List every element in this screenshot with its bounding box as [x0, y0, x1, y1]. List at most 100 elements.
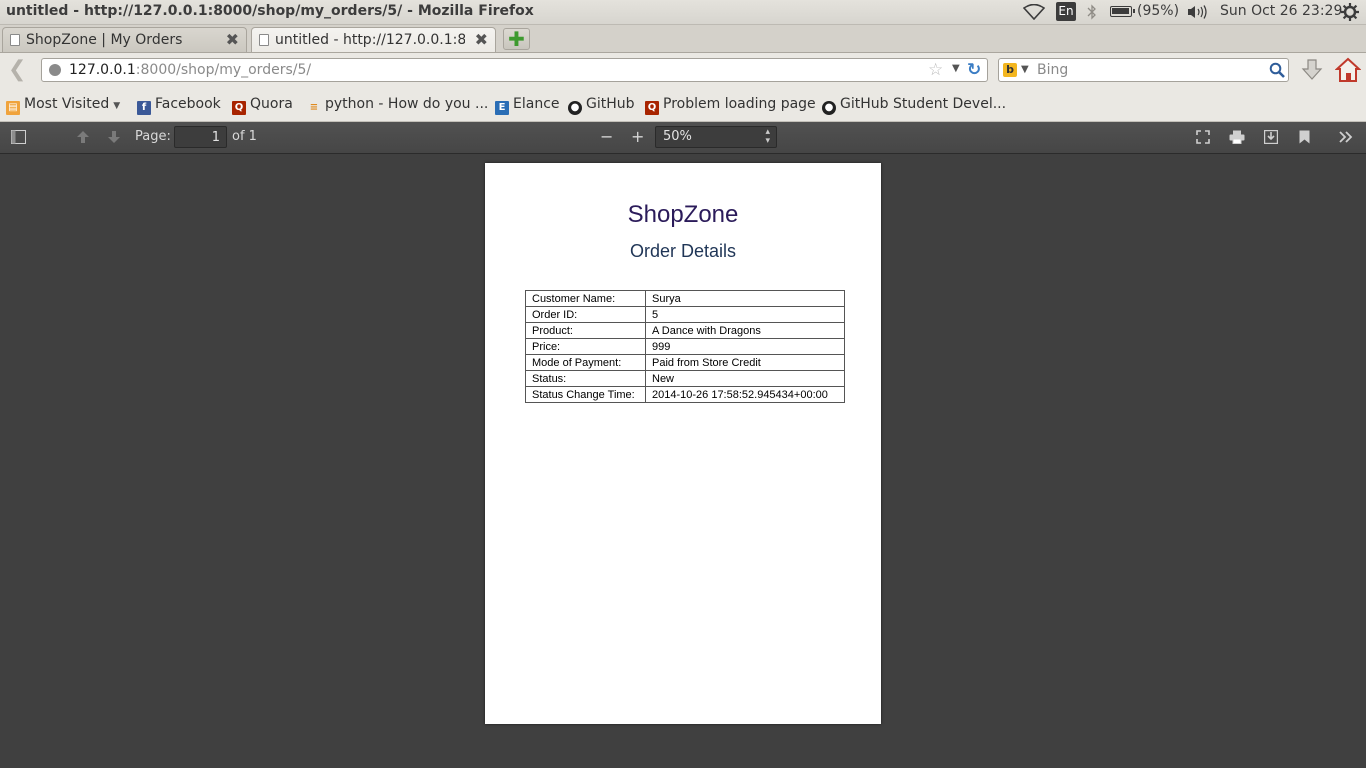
row-key: Status Change Time:	[525, 386, 646, 403]
tab-label: ShopZone | My Orders	[26, 32, 183, 48]
table-row: Customer Name: Surya	[525, 290, 845, 307]
row-value: 2014-10-26 17:58:52.945434+00:00	[645, 386, 845, 403]
page-count-label: of 1	[232, 129, 257, 144]
bookmark-label: Facebook	[155, 96, 221, 112]
github-icon: ●	[822, 101, 836, 115]
page-number-input[interactable]	[174, 126, 227, 148]
url-bar[interactable]: 127.0.0.1:8000/shop/my_orders/5/ ☆ ▼ ↻	[41, 58, 988, 82]
github-icon: ●	[568, 101, 582, 115]
os-top-panel: untitled - http://127.0.0.1:8000/shop/my…	[0, 0, 1366, 25]
search-bar[interactable]: b ▼	[998, 58, 1289, 82]
tab-label: untitled - http://127.0.0.1:8...	[275, 32, 465, 48]
document-title: ShopZone	[627, 201, 739, 228]
wifi-icon[interactable]	[1023, 4, 1045, 20]
globe-icon[interactable]	[49, 64, 61, 76]
document-subtitle: Order Details	[629, 241, 737, 261]
table-row: Order ID: 5	[525, 306, 845, 323]
bookmark-elance[interactable]: E Elance	[495, 96, 560, 115]
gear-icon[interactable]	[1341, 3, 1359, 21]
double-chevron-right-icon[interactable]	[1339, 131, 1353, 143]
save-icon[interactable]	[1264, 130, 1278, 144]
row-value: 5	[645, 306, 845, 323]
pdf-toolbar: Page: of 1 − + 50% ▴▾	[0, 122, 1366, 154]
download-icon[interactable]	[1300, 58, 1324, 82]
pdf-page: ShopZone Order Details Customer Name: Sur…	[485, 163, 881, 724]
plus-icon: ✚	[508, 27, 525, 51]
bookmark-label: Most Visited	[24, 96, 110, 112]
window-title: untitled - http://127.0.0.1:8000/shop/my…	[6, 3, 534, 19]
url-text[interactable]: 127.0.0.1:8000/shop/my_orders/5/	[69, 62, 311, 78]
row-key: Order ID:	[525, 306, 646, 323]
bookmark-facebook[interactable]: f Facebook	[137, 96, 221, 115]
sidebar-toggle-icon[interactable]	[11, 130, 26, 144]
pdf-viewer-canvas[interactable]: ShopZone Order Details Customer Name: Sur…	[0, 154, 1366, 768]
bookmark-label: Quora	[250, 96, 293, 112]
close-icon[interactable]: ✖	[475, 30, 488, 49]
table-row: Status: New	[525, 370, 845, 387]
table-row: Mode of Payment: Paid from Store Credit	[525, 354, 845, 371]
page-icon	[259, 34, 269, 46]
row-value: 999	[645, 338, 845, 355]
bookmark-label: GitHub Student Devel...	[840, 96, 1007, 112]
page-label: Page:	[135, 129, 171, 144]
bookmark-problem-loading-page[interactable]: Q Problem loading page	[645, 96, 816, 115]
stackoverflow-icon: ≡	[309, 102, 319, 113]
battery-icon[interactable]	[1110, 6, 1135, 17]
bookmark-label: python - How do you ...	[325, 96, 489, 112]
history-dropdown-icon[interactable]: ▼	[952, 63, 960, 74]
zoom-value: 50%	[663, 129, 692, 144]
tab-shopzone-my-orders[interactable]: ShopZone | My Orders ✖	[2, 27, 247, 52]
zoom-out-button[interactable]: −	[600, 127, 613, 146]
reload-icon[interactable]: ↻	[967, 60, 981, 80]
url-path: :8000/shop/my_orders/5/	[135, 62, 312, 78]
bookmark-label: GitHub	[586, 96, 635, 112]
row-key: Product:	[525, 322, 646, 339]
quora-icon: Q	[645, 101, 659, 115]
bookmark-github-student[interactable]: ● GitHub Student Devel...	[822, 96, 1006, 115]
bookmark-most-visited[interactable]: ▤ Most Visited ▼	[6, 96, 120, 115]
zoom-in-button[interactable]: +	[631, 127, 644, 146]
bluetooth-icon[interactable]	[1087, 4, 1097, 20]
page-icon	[10, 34, 20, 46]
row-key: Mode of Payment:	[525, 354, 646, 371]
order-details-table: Customer Name: Surya Order ID: 5 Product: A…	[525, 290, 845, 403]
row-value: Paid from Store Credit	[645, 354, 845, 371]
row-key: Customer Name:	[525, 290, 646, 307]
back-button[interactable]: ❮	[8, 59, 26, 81]
chevron-down-icon: ▼	[113, 101, 121, 111]
tab-strip: ShopZone | My Orders ✖ untitled - http:/…	[0, 25, 1366, 53]
previous-page-icon[interactable]	[76, 130, 90, 144]
row-key: Price:	[525, 338, 646, 355]
table-row: Status Change Time: 2014-10-26 17:58:52.9…	[525, 386, 845, 403]
search-icon[interactable]	[1269, 62, 1285, 78]
bookmarks-toolbar: ▤ Most Visited ▼ f Facebook Q Quora ≡ python …	[0, 89, 1366, 122]
volume-icon[interactable]	[1187, 5, 1209, 19]
row-value: A Dance with Dragons	[645, 322, 845, 339]
bookmark-github[interactable]: ● GitHub	[568, 96, 635, 115]
search-input[interactable]	[1035, 61, 1259, 79]
home-icon[interactable]	[1335, 57, 1361, 83]
clock[interactable]: Sun Oct 26 23:29	[1220, 3, 1342, 19]
bookmark-icon[interactable]	[1299, 130, 1310, 144]
table-row: Price: 999	[525, 338, 845, 355]
search-engine-dropdown-icon[interactable]: ▼	[1021, 64, 1029, 75]
tab-untitled-pdf[interactable]: untitled - http://127.0.0.1:8... ✖	[251, 27, 496, 52]
bing-icon[interactable]: b	[1003, 63, 1017, 77]
new-tab-button[interactable]: ✚	[503, 28, 530, 50]
keyboard-layout-indicator[interactable]: En	[1056, 2, 1076, 21]
row-value: New	[645, 370, 845, 387]
table-row: Product: A Dance with Dragons	[525, 322, 845, 339]
next-page-icon[interactable]	[107, 130, 121, 144]
close-icon[interactable]: ✖	[226, 30, 239, 49]
bookmark-star-icon[interactable]: ☆	[928, 60, 943, 80]
bookmark-stackoverflow[interactable]: ≡ python - How do you ...	[307, 96, 489, 115]
chevron-updown-icon: ▴ ▾	[765, 127, 770, 146]
print-icon[interactable]	[1229, 130, 1245, 144]
navigation-toolbar: ❮ 127.0.0.1:8000/shop/my_orders/5/ ☆ ▼ ↻…	[0, 53, 1366, 89]
fullscreen-icon[interactable]	[1196, 130, 1210, 144]
quora-icon: Q	[232, 101, 246, 115]
url-host: 127.0.0.1	[69, 62, 136, 78]
bookmark-quora[interactable]: Q Quora	[232, 96, 293, 115]
zoom-select[interactable]: 50% ▴ ▾	[655, 126, 777, 148]
folder-icon: ▤	[6, 101, 20, 115]
